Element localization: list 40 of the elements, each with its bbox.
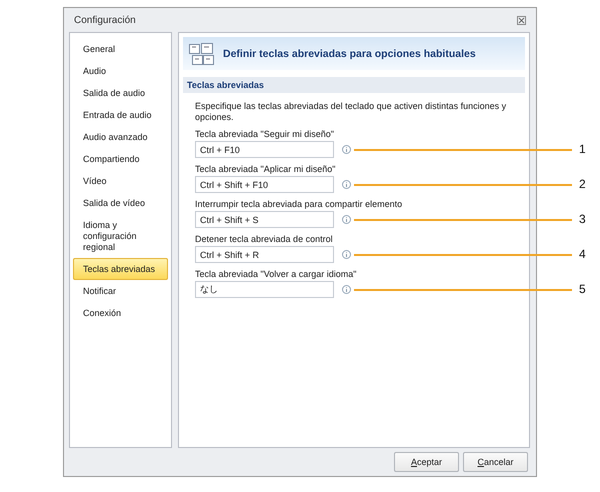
sidebar-item[interactable]: Conexión (73, 302, 168, 324)
shortcut-label: Detener tecla abreviada de control (195, 234, 334, 244)
sidebar-item[interactable]: General (73, 38, 168, 60)
dialog-button[interactable]: Aceptar (394, 452, 459, 472)
shortcut-label: Tecla abreviada "Volver a cargar idioma" (195, 269, 358, 279)
shortcut-field[interactable]: なし (195, 281, 334, 298)
shortcut-label: Tecla abreviada "Aplicar mi diseño" (195, 164, 336, 174)
dialog-button[interactable]: Cancelar (463, 452, 528, 472)
sidebar-item[interactable]: Idioma y configuración regional (73, 214, 168, 258)
sidebar-item[interactable]: Compartiendo (73, 148, 168, 170)
shortcut-field[interactable]: Ctrl + F10 (195, 141, 334, 158)
sidebar-item[interactable]: Salida de vídeo (73, 192, 168, 214)
callout-number: 1 (579, 142, 586, 156)
sidebar-item[interactable]: Entrada de audio (73, 104, 168, 126)
info-icon[interactable] (342, 285, 351, 294)
callout-number: 4 (579, 247, 586, 261)
sidebar-item[interactable]: Salida de audio (73, 82, 168, 104)
description-text: Especifique las teclas abreviadas del teclado que activen distintas funciones y opciones. (195, 101, 508, 123)
sidebar-item[interactable]: Notificar (73, 280, 168, 302)
info-icon[interactable] (342, 180, 351, 189)
window-title: Configuración (74, 14, 136, 26)
info-icon[interactable] (342, 250, 351, 259)
sidebar-item[interactable]: Vídeo (73, 170, 168, 192)
info-icon[interactable] (342, 145, 351, 154)
close-icon[interactable] (517, 16, 526, 24)
sidebar-item[interactable]: Teclas abreviadas (73, 258, 168, 280)
shortcut-label: Tecla abreviada "Seguir mi diseño" (195, 129, 335, 139)
shortcut-field[interactable]: Ctrl + Shift + F10 (195, 176, 334, 193)
shortcut-field[interactable]: Ctrl + Shift + R (195, 246, 334, 263)
shortcut-field[interactable]: Ctrl + Shift + S (195, 211, 334, 228)
keyboard-keys-icon (189, 42, 215, 64)
callout-number: 5 (579, 282, 586, 296)
shortcut-label: Interrumpir tecla abreviada para compartir elemento (195, 199, 404, 209)
section-title: Teclas abreviadas (187, 80, 264, 90)
callout-number: 3 (579, 212, 586, 226)
page-heading: Definir teclas abreviadas para opciones habituales (223, 48, 476, 60)
sidebar-item[interactable]: Audio avanzado (73, 126, 168, 148)
sidebar-item[interactable]: Audio (73, 60, 168, 82)
info-icon[interactable] (342, 215, 351, 224)
callout-number: 2 (579, 177, 586, 191)
